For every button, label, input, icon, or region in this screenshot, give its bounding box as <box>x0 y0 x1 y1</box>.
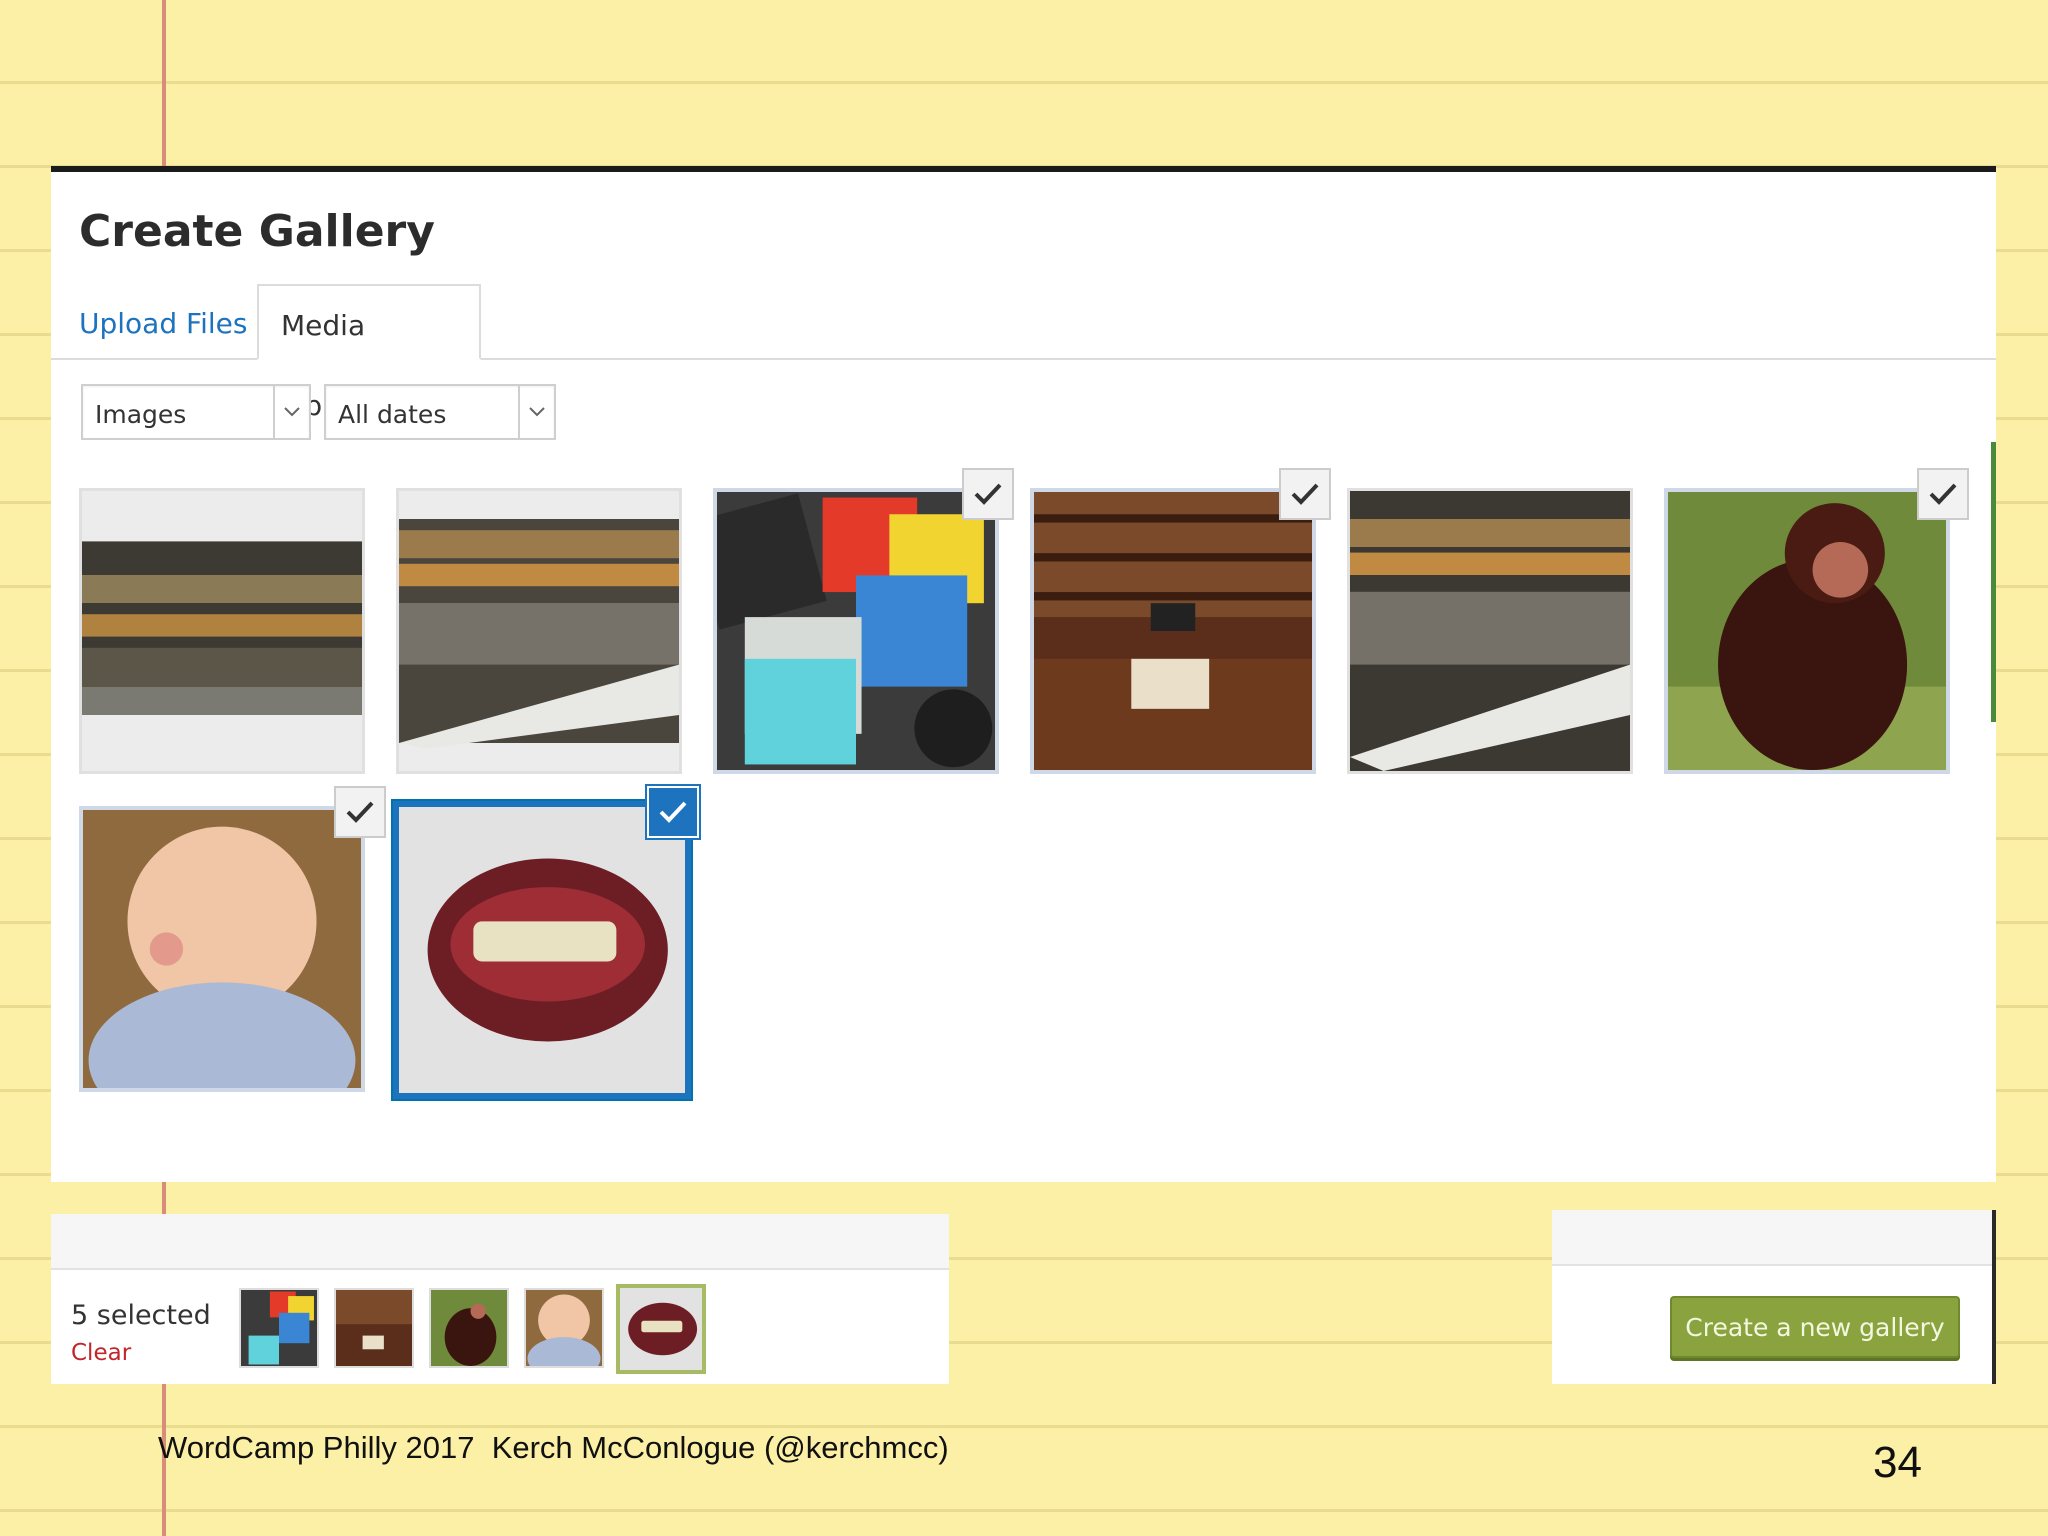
tab-media-library[interactable]: Media Library <box>257 284 481 422</box>
create-gallery-button[interactable]: Create a new gallery <box>1670 1296 1960 1358</box>
chevron-down-icon <box>518 386 554 438</box>
date-filter-value: All dates <box>338 400 447 429</box>
media-toolbar: Create a new gallery <box>1552 1210 1996 1384</box>
attachment-floppy-disks[interactable] <box>713 488 999 774</box>
checkmark-icon[interactable] <box>334 786 386 838</box>
piano-keys-image <box>1350 491 1630 771</box>
attachment-baby[interactable] <box>79 806 365 1092</box>
chimpanzee-image <box>1668 492 1946 770</box>
selected-thumb-library-desk[interactable] <box>334 1288 414 1368</box>
attachment-piano-hammers[interactable] <box>79 488 365 774</box>
selection-bar: 5 selected Clear <box>51 1214 949 1384</box>
attachment-chimpanzee[interactable] <box>1664 488 1950 774</box>
baby-image <box>83 810 361 1088</box>
attachment-wind-up-teeth[interactable] <box>393 801 691 1099</box>
selected-thumb-wind-up-teeth[interactable] <box>616 1284 706 1374</box>
chevron-down-icon <box>273 386 309 438</box>
slide-footer: WordCamp Philly 2017 Kerch McConlogue (@… <box>158 1430 949 1465</box>
checkmark-icon[interactable] <box>1279 468 1331 520</box>
attachment-piano-keys-2[interactable] <box>1347 488 1633 774</box>
library-desk-image <box>1034 492 1312 770</box>
clear-selection-link[interactable]: Clear <box>71 1340 131 1366</box>
selection-count: 5 selected <box>71 1300 211 1331</box>
partially-visible-attachment <box>1991 442 1996 722</box>
piano-keys-image <box>399 491 679 771</box>
media-type-value: Images <box>95 400 187 429</box>
date-filter[interactable]: All dates <box>324 384 556 440</box>
create-gallery-dialog: Create Gallery Upload Files Media Librar… <box>51 166 1996 1182</box>
media-type-filter[interactable]: Images <box>81 384 311 440</box>
media-tabs: Upload Files Media Library <box>51 284 1996 422</box>
checkmark-icon[interactable] <box>1917 468 1969 520</box>
selected-thumb-baby[interactable] <box>524 1288 604 1368</box>
attachment-library-desk[interactable] <box>1030 488 1316 774</box>
floppy-disks-image <box>717 492 995 770</box>
tab-upload-files[interactable]: Upload Files <box>57 284 269 358</box>
dialog-title: Create Gallery <box>79 206 435 257</box>
checkmark-icon[interactable] <box>647 786 699 838</box>
attachment-piano-keys-1[interactable] <box>396 488 682 774</box>
selected-thumb-floppy-disks[interactable] <box>239 1288 319 1368</box>
wind-up-teeth-image <box>399 807 685 1093</box>
slide-page-number: 34 <box>1873 1438 1922 1487</box>
piano-hammers-image <box>82 491 362 771</box>
checkmark-icon[interactable] <box>962 468 1014 520</box>
selected-thumb-chimpanzee[interactable] <box>429 1288 509 1368</box>
